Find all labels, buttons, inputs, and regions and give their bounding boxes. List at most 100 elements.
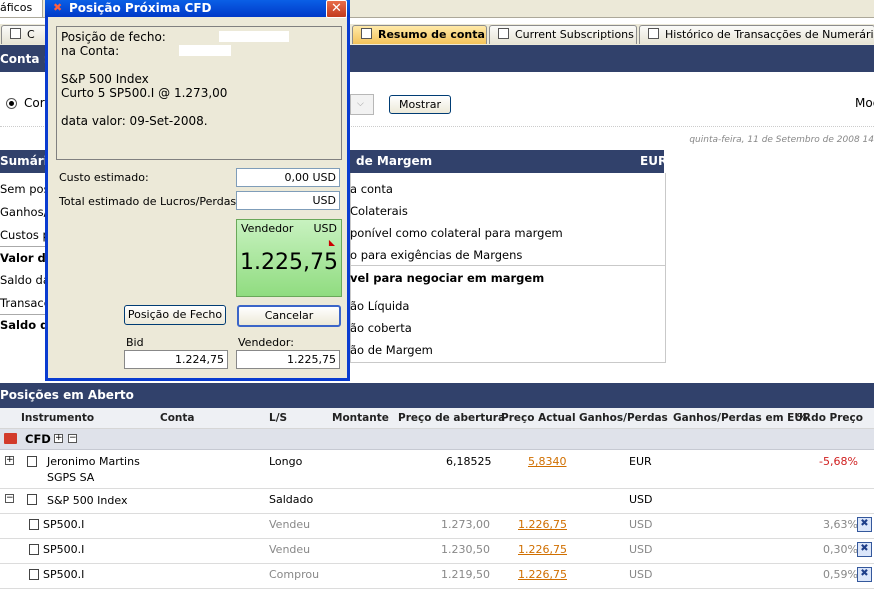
collapse-icon[interactable]: −: [5, 494, 14, 503]
table-row[interactable]: SP500.I Comprou 1.219,50 1.226,75 USD 0,…: [0, 564, 874, 589]
dropdown-button[interactable]: ⌵: [350, 94, 374, 115]
current-price[interactable]: 5,8340: [528, 455, 567, 468]
conta-label: Conta :: [0, 52, 49, 66]
tab-label: Current Subscriptions: [515, 28, 634, 41]
tab-graficos-label: áficos: [0, 1, 33, 14]
percent-price: 0,59%: [823, 568, 858, 581]
summary-label: Custos p: [0, 228, 50, 242]
bid-value: 1.224,75: [124, 350, 228, 369]
col-preco-abertura[interactable]: Preço de abertura: [398, 412, 505, 424]
close-position-icon[interactable]: ✖: [857, 567, 872, 582]
custo-value: 0,00 USD: [236, 168, 340, 187]
margin-line: a conta: [350, 182, 393, 196]
mostrar-button[interactable]: Mostrar: [389, 95, 451, 114]
table-row[interactable]: SP500.I Vendeu 1.273,00 1.226,75 USD 3,6…: [0, 514, 874, 539]
summary-label: Sem pos: [0, 182, 50, 196]
margin-line: o para exigências de Margens: [350, 248, 523, 262]
info-line: data valor: 09-Set-2008.: [61, 114, 208, 128]
current-price[interactable]: 1.226,75: [518, 568, 567, 581]
expand-all-icon[interactable]: +: [54, 434, 63, 443]
tab-label: Histórico de Transacções de Numerário: [665, 28, 874, 41]
collapse-all-icon[interactable]: −: [68, 434, 77, 443]
margin-line: ponível como colateral para margem: [350, 226, 563, 240]
positions-column-header: Instrumento Conta L/S Montante Preço de …: [0, 408, 874, 429]
instrument-name: Jeronimo Martins: [47, 455, 140, 468]
col-ls[interactable]: L/S: [269, 412, 287, 424]
current-price[interactable]: 1.226,75: [518, 518, 567, 531]
total-value: USD: [236, 191, 340, 210]
ls-value: Longo: [269, 455, 303, 468]
col-instrumento[interactable]: Instrumento: [21, 412, 94, 424]
currency-label: EUR: [640, 154, 668, 168]
instrument-name: SP500.I: [43, 568, 85, 581]
open-price: 1.230,50: [441, 543, 490, 556]
summary-label: Transacç: [0, 296, 51, 310]
cancel-button[interactable]: Cancelar: [237, 305, 341, 327]
positions-title: Posições em Aberto: [0, 388, 134, 402]
calendar-icon: [27, 494, 37, 505]
divider: [0, 314, 45, 315]
table-row[interactable]: + Jeronimo Martins SGPS SA Longo 6,18525…: [0, 450, 874, 489]
tab-icon: [498, 28, 509, 39]
account-radio[interactable]: [6, 98, 17, 109]
custo-label: Custo estimado:: [59, 171, 149, 184]
close-position-icon[interactable]: ✖: [857, 517, 872, 532]
col-conta[interactable]: Conta: [160, 412, 195, 424]
dialog-info-box: Posição de fecho: na Conta: S&P 500 Inde…: [56, 26, 342, 160]
info-line: Posição de fecho:: [61, 30, 166, 44]
redacted-field: [179, 45, 231, 56]
posicao-de-fecho-button[interactable]: Posição de Fecho: [124, 305, 226, 325]
close-position-icon[interactable]: ✖: [857, 542, 872, 557]
table-row[interactable]: SP500.I Vendeu 1.230,50 1.226,75 USD 0,3…: [0, 539, 874, 564]
ls-value: Vendeu: [269, 543, 311, 556]
summary-label: Ganhos/: [0, 205, 48, 219]
dialog-titlebar[interactable]: ✖ Posição Próxima CFD: [45, 0, 350, 17]
document-icon: [29, 569, 39, 580]
info-line: S&P 500 Index: [61, 72, 149, 86]
table-row[interactable]: − S&P 500 Index Saldado USD: [0, 489, 874, 514]
divider: [351, 265, 665, 266]
instrument-name: S&P 500 Index: [47, 494, 128, 507]
cfd-label: CFD: [25, 432, 51, 446]
tab-icon: [361, 28, 372, 39]
radio-label: Cor: [24, 96, 45, 110]
dialog-title: Posição Próxima CFD: [69, 1, 212, 15]
calendar-icon: [27, 456, 37, 467]
bid-label: Bid: [126, 336, 144, 349]
margin-line: ão Líquida: [350, 299, 410, 313]
tab-historico-transaccoes[interactable]: Histórico de Transacções de Numerário: [639, 25, 874, 44]
ls-value: Saldado: [269, 493, 314, 506]
margin-line: ão coberta: [350, 321, 412, 335]
tab-current-subscriptions[interactable]: Current Subscriptions: [489, 25, 637, 44]
col-preco-actual[interactable]: Preço Actual: [501, 412, 576, 424]
expand-icon[interactable]: +: [5, 456, 14, 465]
positions-header: Posições em Aberto: [0, 383, 874, 408]
col-percent-preco[interactable]: % do Preço: [797, 412, 863, 424]
col-montante[interactable]: Montante: [332, 412, 389, 424]
margin-line: Colaterais: [350, 204, 408, 218]
percent-price: -5,68%: [819, 455, 858, 468]
open-price: 6,18525: [446, 455, 492, 468]
cfd-icon: [4, 433, 17, 444]
instrument-name: SP500.I: [43, 543, 85, 556]
divider: [0, 246, 45, 247]
current-price[interactable]: 1.226,75: [518, 543, 567, 556]
date-text: quinta-feira, 11 de Setembro de 2008 14: [689, 135, 874, 145]
col-ganhos-perdas-eur[interactable]: Ganhos/Perdas em EUR: [673, 412, 811, 424]
col-ganhos-perdas[interactable]: Ganhos/Perdas: [579, 412, 668, 424]
tab-resumo-de-conta[interactable]: Resumo de conta: [352, 25, 487, 44]
total-label: Total estimado de Lucros/Perdas:: [59, 195, 240, 208]
instrument-name: SP500.I: [43, 518, 85, 531]
percent-price: 3,63%: [823, 518, 858, 531]
gl-currency: USD: [629, 568, 653, 581]
sell-price: 1.225,75: [240, 250, 338, 275]
close-icon[interactable]: ✕: [326, 0, 347, 18]
tab-c[interactable]: C: [1, 25, 47, 44]
margin-title: de Margem: [356, 154, 433, 168]
sell-price-tile[interactable]: Vendedor USD ◣ 1.225,75: [236, 219, 342, 297]
tab-graficos[interactable]: áficos: [0, 0, 43, 17]
app-icon: ✖: [53, 1, 63, 14]
sell-label: Vendedor: [241, 222, 294, 235]
ls-value: Vendeu: [269, 518, 311, 531]
ls-value: Comprou: [269, 568, 320, 581]
